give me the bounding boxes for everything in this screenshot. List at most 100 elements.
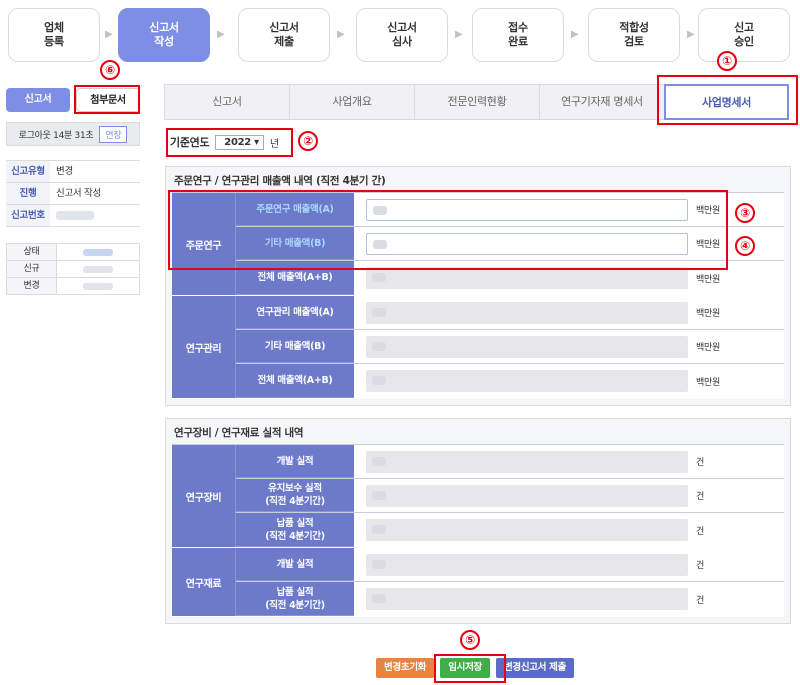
- status-row: 변경: [7, 278, 140, 295]
- info-value: 신고서 작성: [56, 188, 101, 199]
- material-row: 개발 실적 건: [236, 548, 784, 582]
- info-key: 진행: [6, 183, 50, 204]
- submit-change-report-button[interactable]: 변경신고서 제출: [495, 658, 575, 678]
- equipment-grid: 연구장비 개발 실적 건 유지보수 실적 (직전 4분기간) 건 납품 실적 (…: [172, 444, 784, 617]
- step-suitability-review: 적합성 검토: [588, 8, 680, 62]
- info-value: 변경: [56, 166, 73, 177]
- group-label: 연구장비: [172, 445, 236, 547]
- row-label: 기타 매출액(B): [236, 330, 354, 363]
- group-label: 연구관리: [172, 296, 236, 398]
- status-row: 상태: [7, 244, 140, 261]
- step-report-approval: 신고 승인: [698, 8, 790, 62]
- unit-label: 건: [696, 595, 704, 606]
- info-row: 신고번호: [6, 205, 140, 227]
- callout-5: ⑤: [460, 630, 480, 650]
- management-other-revenue-field: [366, 335, 688, 358]
- step-arrow-icon: ▶: [217, 29, 225, 40]
- equipment-group: 연구장비 개발 실적 건 유지보수 실적 (직전 4분기간) 건 납품 실적 (…: [172, 445, 784, 548]
- equipment-delivery-field: [366, 519, 688, 541]
- step-report-review: 신고서 심사: [356, 8, 448, 62]
- info-row: 신고유형 변경: [6, 161, 140, 183]
- material-row: 납품 실적 (직전 4분기간) 건: [236, 582, 784, 616]
- status-key: 신규: [7, 261, 57, 277]
- unit-label: 백만원: [696, 274, 720, 285]
- redacted-value: [83, 265, 113, 273]
- redacted-value: [372, 376, 386, 385]
- extend-session-button[interactable]: 연장: [99, 125, 128, 143]
- equipment-section-title: 연구장비 / 연구재료 실적 내역: [174, 427, 304, 439]
- callout-2: ②: [298, 131, 318, 151]
- redacted-value: [372, 456, 386, 466]
- redacted-value: [372, 559, 386, 569]
- info-row: 진행 신고서 작성: [6, 183, 140, 205]
- row-label: 전체 매출액(A+B): [236, 364, 354, 398]
- highlight-box-revenue-inputs: [168, 190, 728, 270]
- unit-label: 백만원: [696, 343, 720, 353]
- report-info-table: 신고유형 변경 진행 신고서 작성 신고번호: [6, 160, 140, 227]
- callout-3: ③: [735, 203, 755, 223]
- management-total-revenue-field: [366, 370, 688, 392]
- redacted-value: [372, 490, 386, 500]
- equipment-section: 연구장비 / 연구재료 실적 내역 연구장비 개발 실적 건 유지보수 실적 (…: [165, 418, 791, 624]
- revenue-row: 기타 매출액(B) 백만원: [236, 330, 784, 364]
- highlight-box-business-statement: [657, 75, 798, 125]
- callout-6: ⑥: [100, 60, 120, 80]
- row-label: 납품 실적 (직전 4분기간): [236, 513, 354, 547]
- equipment-dev-field: [366, 450, 688, 473]
- redacted-value: [372, 525, 386, 534]
- group-label: 연구재료: [172, 548, 236, 616]
- status-key: 상태: [7, 244, 57, 260]
- tab-expert-staff[interactable]: 전문인력현황: [414, 84, 539, 120]
- equipment-maintenance-field: [366, 484, 688, 507]
- status-row: 신규: [7, 261, 140, 278]
- revenue-row: 연구관리 매출액(A) 백만원: [236, 296, 784, 330]
- unit-label: 건: [696, 526, 704, 537]
- equipment-row: 유지보수 실적 (직전 4분기간) 건: [236, 479, 784, 513]
- reset-changes-button[interactable]: 변경초기화: [376, 658, 435, 678]
- step-arrow-icon: ▶: [337, 29, 345, 40]
- total-revenue-field: [366, 267, 688, 289]
- step-receipt-complete: 접수 완료: [472, 8, 564, 62]
- step-arrow-icon: ▶: [455, 29, 463, 40]
- info-key: 신고유형: [6, 161, 50, 182]
- status-value: [57, 244, 140, 260]
- redacted-value: [372, 273, 386, 282]
- material-dev-field: [366, 553, 688, 576]
- unit-label: 백만원: [696, 377, 720, 388]
- revenue-group-management: 연구관리 연구관리 매출액(A) 백만원 기타 매출액(B) 백만원 전체 매출…: [172, 296, 784, 399]
- logout-timer-text: 로그아웃 14분 31초: [18, 130, 94, 141]
- status-value: [57, 261, 140, 277]
- equipment-row: 납품 실적 (직전 4분기간) 건: [236, 513, 784, 547]
- unit-label: 건: [696, 458, 704, 468]
- highlight-box-year: [166, 128, 293, 157]
- row-label: 연구관리 매출액(A): [236, 296, 354, 329]
- material-delivery-field: [366, 588, 688, 610]
- tab-research-equipment[interactable]: 연구기자재 명세서: [539, 84, 664, 120]
- redacted-value: [83, 248, 113, 256]
- row-label: 납품 실적 (직전 4분기간): [236, 582, 354, 616]
- revenue-row: 전체 매출액(A+B) 백만원: [236, 364, 784, 398]
- highlight-box-attachments: [74, 85, 140, 114]
- row-label: 유지보수 실적 (직전 4분기간): [236, 479, 354, 512]
- session-timer: 로그아웃 14분 31초 연장: [6, 122, 140, 146]
- info-value: [50, 205, 140, 226]
- callout-1: ①: [717, 51, 737, 71]
- callout-4: ④: [735, 236, 755, 256]
- tab-business-overview[interactable]: 사업개요: [289, 84, 414, 120]
- unit-label: 건: [696, 492, 704, 502]
- info-key: 신고번호: [6, 205, 50, 226]
- step-company-registration: 업체 등록: [8, 8, 100, 62]
- step-report-writing: 신고서 작성: [118, 8, 210, 62]
- unit-label: 백만원: [696, 309, 720, 319]
- redacted-value: [56, 211, 94, 220]
- tab-report[interactable]: 신고서: [164, 84, 289, 120]
- step-arrow-icon: ▶: [105, 29, 113, 40]
- step-report-submission: 신고서 제출: [238, 8, 330, 62]
- highlight-box-temp-save: [434, 654, 506, 683]
- status-table: 상태 신규 변경: [6, 243, 140, 295]
- redacted-value: [83, 282, 113, 290]
- left-tab-report[interactable]: 신고서: [6, 88, 70, 112]
- equipment-row: 개발 실적 건: [236, 445, 784, 479]
- step-arrow-icon: ▶: [687, 29, 695, 40]
- step-progress: 업체 등록 ▶ 신고서 작성 ▶ 신고서 제출 ▶ 신고서 심사 ▶ 접수 완료…: [8, 8, 790, 62]
